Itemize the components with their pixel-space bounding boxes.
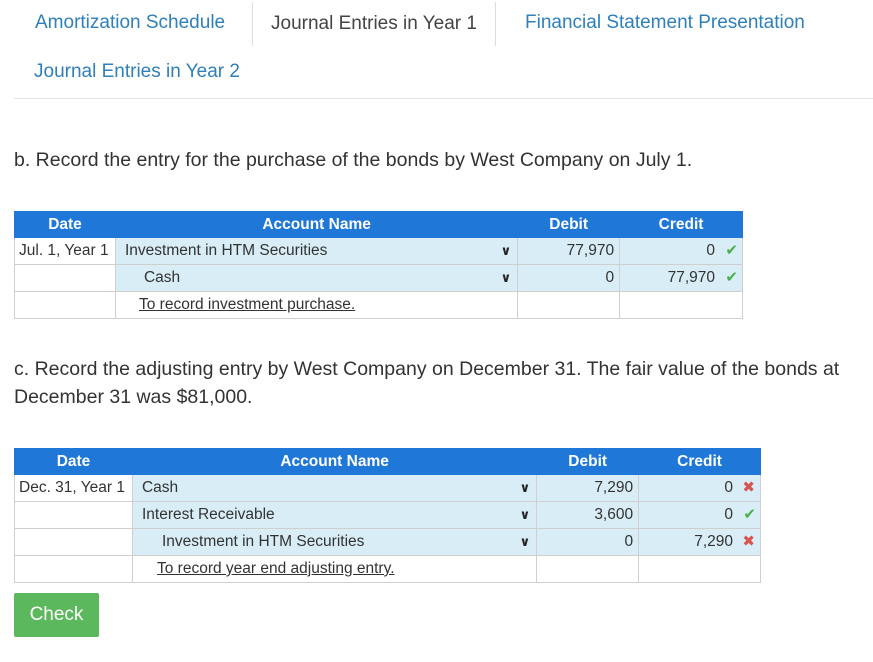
date-cell: [14, 501, 133, 529]
table-row: To record year end adjusting entry.: [14, 555, 761, 583]
question-part-c: c. Record the adjusting entry by West Co…: [14, 355, 839, 411]
check-mark-icon: ✔: [743, 506, 756, 523]
header-credit: Credit: [619, 211, 743, 238]
memo-cell: To record investment purchase.: [114, 291, 519, 319]
table-header-row: Date Account Name Debit Credit: [14, 448, 761, 475]
header-debit: Debit: [517, 211, 621, 238]
tab-journal-entries-year-2[interactable]: Journal Entries in Year 2: [34, 61, 240, 83]
debit-input[interactable]: 0: [536, 528, 640, 556]
account-value: Cash: [143, 269, 181, 286]
account-select[interactable]: Cash ∨: [114, 264, 519, 292]
credit-input[interactable]: 77,970 ✔: [619, 264, 743, 292]
chevron-down-icon[interactable]: ∨: [520, 507, 531, 523]
credit-cell-empty: [638, 555, 761, 583]
account-select[interactable]: Investment in HTM Securities ∨: [131, 528, 538, 556]
credit-input[interactable]: 0 ✔: [619, 237, 743, 265]
credit-value: 7,290: [694, 533, 733, 550]
table-row: Cash ∨ 0 77,970 ✔: [14, 264, 743, 292]
question-part-b: b. Record the entry for the purchase of …: [14, 149, 693, 171]
date-cell: [14, 264, 116, 292]
header-credit: Credit: [638, 448, 761, 475]
date-cell: Dec. 31, Year 1: [14, 474, 133, 502]
question-part-c-line1: c. Record the adjusting entry by West Co…: [14, 358, 840, 380]
credit-value: 0: [706, 242, 715, 259]
table-row: Investment in HTM Securities ∨ 0 7,290 ✖: [14, 528, 761, 556]
header-date: Date: [14, 211, 116, 238]
question-part-c-line2: December 31 was $81,000.: [14, 386, 253, 408]
table-row: Jul. 1, Year 1 Investment in HTM Securit…: [14, 237, 743, 265]
debit-input[interactable]: 77,970: [517, 237, 621, 265]
chevron-down-icon[interactable]: ∨: [501, 243, 512, 259]
x-mark-icon: ✖: [742, 533, 755, 550]
table-header-row: Date Account Name Debit Credit: [14, 211, 743, 238]
account-value: Investment in HTM Securities: [161, 533, 365, 550]
credit-input[interactable]: 7,290 ✖: [638, 528, 761, 556]
account-value: Cash: [141, 479, 179, 496]
chevron-down-icon[interactable]: ∨: [520, 534, 531, 550]
account-value: Interest Receivable: [141, 506, 275, 523]
memo-text: To record investment purchase.: [138, 296, 356, 313]
tab-bar: Amortization Schedule Journal Entries in…: [14, 0, 873, 99]
check-button[interactable]: Check: [14, 593, 99, 637]
account-select[interactable]: Investment in HTM Securities ∨: [114, 237, 519, 265]
debit-input[interactable]: 0: [517, 264, 621, 292]
date-cell: Jul. 1, Year 1: [14, 237, 116, 265]
header-account-name: Account Name: [114, 211, 519, 238]
memo-cell: To record year end adjusting entry.: [131, 555, 538, 583]
header-debit: Debit: [536, 448, 640, 475]
journal-table-part-b: Date Account Name Debit Credit Jul. 1, Y…: [14, 211, 743, 319]
account-select[interactable]: Cash ∨: [131, 474, 538, 502]
debit-input[interactable]: 7,290: [536, 474, 640, 502]
credit-input[interactable]: 0 ✔: [638, 501, 761, 529]
header-account-name: Account Name: [131, 448, 538, 475]
chevron-down-icon[interactable]: ∨: [501, 270, 512, 286]
date-cell: [14, 555, 133, 583]
table-row: Interest Receivable ∨ 3,600 0 ✔: [14, 501, 761, 529]
tab-amortization-schedule[interactable]: Amortization Schedule: [35, 12, 225, 34]
x-mark-icon: ✖: [742, 479, 755, 496]
credit-input[interactable]: 0 ✖: [638, 474, 761, 502]
table-row: Dec. 31, Year 1 Cash ∨ 7,290 0 ✖: [14, 474, 761, 502]
debit-input[interactable]: 3,600: [536, 501, 640, 529]
header-date: Date: [14, 448, 133, 475]
memo-text: To record year end adjusting entry.: [156, 560, 395, 577]
check-mark-icon: ✔: [725, 269, 738, 286]
tab-financial-statement-presentation[interactable]: Financial Statement Presentation: [525, 12, 805, 34]
credit-cell-empty: [619, 291, 743, 319]
journal-table-part-c: Date Account Name Debit Credit Dec. 31, …: [14, 448, 761, 583]
credit-value: 77,970: [667, 269, 715, 286]
debit-cell-empty: [536, 555, 640, 583]
account-value: Investment in HTM Securities: [124, 242, 328, 259]
credit-value: 0: [724, 479, 733, 496]
table-row: To record investment purchase.: [14, 291, 743, 319]
chevron-down-icon[interactable]: ∨: [520, 480, 531, 496]
date-cell: [14, 291, 116, 319]
date-cell: [14, 528, 133, 556]
check-mark-icon: ✔: [725, 242, 738, 259]
credit-value: 0: [724, 506, 733, 523]
debit-cell-empty: [517, 291, 621, 319]
account-select[interactable]: Interest Receivable ∨: [131, 501, 538, 529]
tab-journal-entries-year-1[interactable]: Journal Entries in Year 1: [252, 2, 496, 46]
